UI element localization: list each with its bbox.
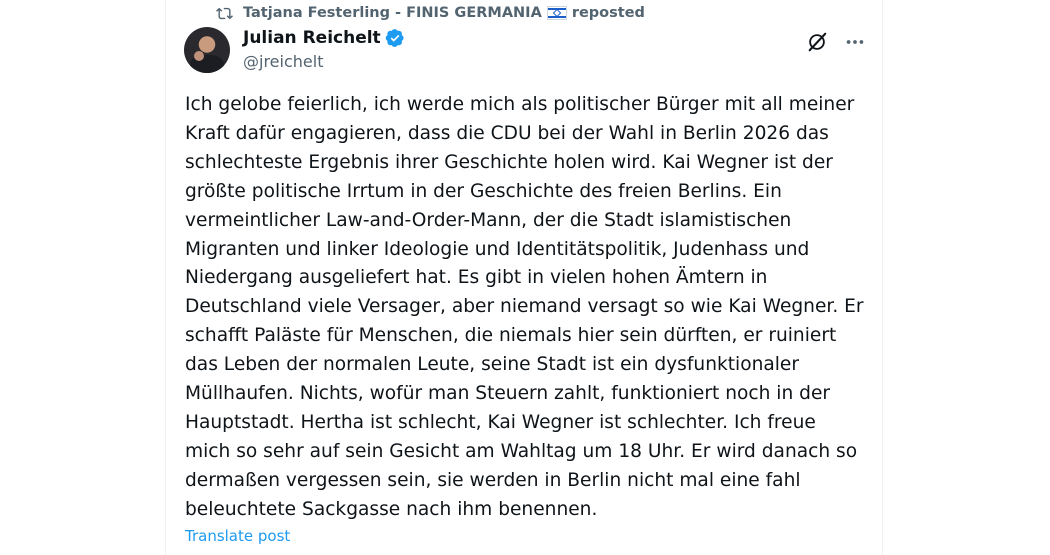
- timeline-column: Tatjana Festerling - FINIS GERMANIA repo…: [165, 0, 883, 555]
- repost-header[interactable]: Tatjana Festerling - FINIS GERMANIA repo…: [216, 3, 645, 23]
- grok-icon[interactable]: [806, 31, 828, 53]
- translate-post-link[interactable]: Translate post: [185, 527, 290, 545]
- avatar[interactable]: [184, 27, 230, 73]
- verified-badge-icon[interactable]: [385, 28, 405, 48]
- author-handle[interactable]: @jreichelt: [243, 52, 405, 71]
- author-name[interactable]: Julian Reichelt: [243, 28, 381, 48]
- repost-label: reposted: [571, 5, 645, 21]
- author-block: Julian Reichelt @jreichelt: [243, 27, 405, 71]
- israel-flag-icon: [546, 6, 567, 20]
- page: Tatjana Festerling - FINIS GERMANIA repo…: [0, 0, 1050, 555]
- reposter-name[interactable]: Tatjana Festerling - FINIS GERMANIA: [243, 5, 542, 21]
- post-text: Ich gelobe feierlich, ich werde mich als…: [185, 94, 864, 520]
- repost-icon: [216, 7, 233, 19]
- more-icon[interactable]: [844, 31, 866, 53]
